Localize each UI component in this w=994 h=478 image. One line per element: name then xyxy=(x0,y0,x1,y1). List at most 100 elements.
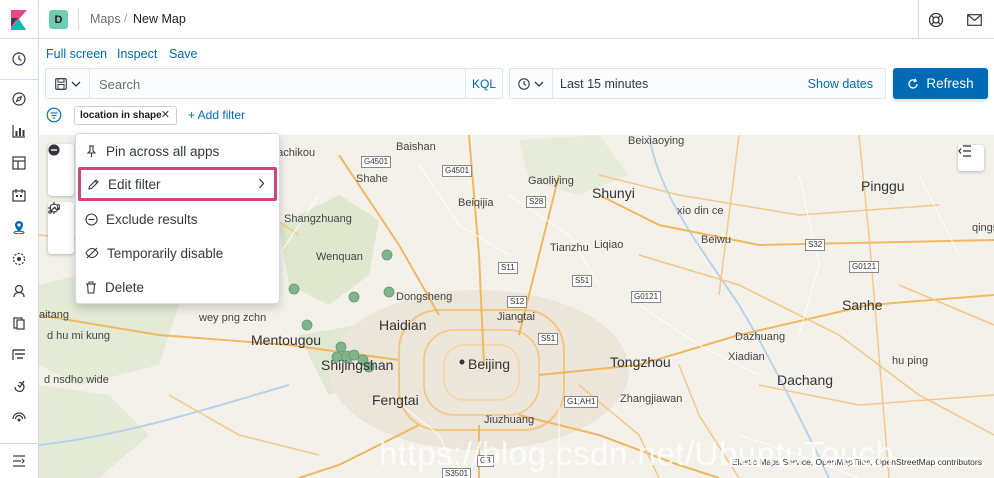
map-label: Gaoliying xyxy=(528,175,574,187)
visualize-icon[interactable] xyxy=(9,121,29,141)
search-input[interactable]: Search xyxy=(99,77,140,92)
chevron-down-icon xyxy=(71,81,80,87)
kibana-logo-icon xyxy=(11,9,27,30)
map-label: Tianzhu xyxy=(550,242,589,254)
menu-item-label: Edit filter xyxy=(108,176,161,192)
quick-menu-button[interactable] xyxy=(510,69,553,98)
tools-control xyxy=(48,202,74,254)
map-label: Shunyi xyxy=(592,185,635,201)
kql-language-toggle[interactable]: KQL xyxy=(465,69,502,98)
map-label: Beiwu xyxy=(701,234,731,246)
map-label: Tongzhou xyxy=(610,354,671,370)
discover-icon[interactable] xyxy=(9,89,29,109)
saved-query-button[interactable] xyxy=(46,69,90,98)
nav-divider xyxy=(0,79,38,80)
minus-circle-icon xyxy=(85,212,98,226)
highway-shield: S12 xyxy=(507,296,528,308)
menu-item-label: Pin across all apps xyxy=(106,143,220,159)
uptime-icon[interactable] xyxy=(9,377,29,397)
highway-shield: G4501 xyxy=(361,156,392,168)
save-icon xyxy=(54,77,67,90)
highway-shield: G0121 xyxy=(849,261,880,273)
edit-filter-item[interactable]: Edit filter xyxy=(78,167,277,201)
breadcrumb-current: New Map xyxy=(133,12,186,26)
map-label: xio din ce xyxy=(677,205,724,217)
zoom-control xyxy=(48,144,74,196)
add-filter-button[interactable]: + Add filter xyxy=(188,108,245,122)
refresh-button[interactable]: Refresh xyxy=(893,68,988,99)
map-label: Jiangtai xyxy=(497,311,535,323)
machine-learning-icon[interactable] xyxy=(9,249,29,269)
highway-shield: S11 xyxy=(498,262,518,274)
inspect-link[interactable]: Inspect xyxy=(117,47,157,61)
highway-shield: G1;AH1 xyxy=(564,396,599,408)
wrench-icon xyxy=(48,203,60,214)
space-avatar[interactable]: D xyxy=(49,10,68,29)
chevron-down-icon xyxy=(534,81,544,87)
zoom-out-button[interactable] xyxy=(48,144,74,196)
side-nav xyxy=(0,39,39,478)
map-label: Pinggu xyxy=(861,178,905,194)
map-label: Fengtai xyxy=(372,392,419,408)
highway-shield: S51 xyxy=(538,333,559,345)
time-range-label[interactable]: Last 15 minutes xyxy=(560,77,648,91)
help-icon[interactable] xyxy=(926,10,946,30)
remove-filter-icon[interactable]: ✕ xyxy=(161,107,170,124)
recently-viewed-icon[interactable] xyxy=(9,49,29,69)
map-label: Shijingshan xyxy=(321,357,394,373)
top-header: D Maps / New Map xyxy=(0,0,994,39)
map-label: Dongsheng xyxy=(396,291,453,303)
full-screen-link[interactable]: Full screen xyxy=(46,47,107,61)
map-label: Mentougou xyxy=(251,332,322,348)
map-label: Shangzhuang xyxy=(284,213,352,225)
eye-closed-icon xyxy=(85,247,99,259)
map-label: aitang xyxy=(39,309,69,321)
nav-divider-bottom xyxy=(0,443,38,444)
highway-shield: S28 xyxy=(526,196,547,208)
metrics-icon[interactable] xyxy=(9,281,29,301)
collapse-nav-icon[interactable] xyxy=(9,451,29,471)
maps-icon[interactable] xyxy=(9,217,29,237)
filter-pill[interactable]: location in shape ✕ xyxy=(74,106,177,125)
header-divider xyxy=(918,0,919,39)
map-label: Jiuzhuang xyxy=(484,414,535,426)
highway-shield: G0121 xyxy=(631,291,662,303)
pin-across-apps-item[interactable]: Pin across all apps xyxy=(76,134,279,168)
filter-pill-label: location in shape xyxy=(80,110,162,121)
watermark: https://blog.csdn.net/UbuntuTouch xyxy=(379,435,895,472)
map-label: wey png zchn xyxy=(199,312,267,324)
map-label: Dachang xyxy=(777,372,834,388)
delete-item[interactable]: Delete xyxy=(76,270,279,304)
mail-icon[interactable] xyxy=(964,10,984,30)
refresh-icon xyxy=(908,78,919,89)
map-label: d hu mi kung xyxy=(47,330,110,342)
breadcrumb-maps[interactable]: Maps xyxy=(90,12,121,26)
apm-icon[interactable] xyxy=(9,345,29,365)
show-dates-link[interactable]: Show dates xyxy=(808,77,873,91)
save-link[interactable]: Save xyxy=(169,47,198,61)
layer-control-button[interactable] xyxy=(958,145,984,171)
menu-item-label: Delete xyxy=(105,279,145,295)
highway-shield: S51 xyxy=(572,275,593,287)
refresh-label: Refresh xyxy=(926,76,974,91)
chevron-right-icon xyxy=(259,178,265,189)
minus-circle-icon xyxy=(48,144,60,156)
pin-icon xyxy=(86,144,97,157)
logs-icon[interactable] xyxy=(9,313,29,333)
map-label: Beijing xyxy=(468,356,511,372)
map-label: Zhangjiawan xyxy=(620,393,683,405)
filter-options-icon[interactable] xyxy=(46,107,62,123)
dashboard-icon[interactable] xyxy=(9,153,29,173)
filter-actions-menu: Pin across all apps Edit filter Exclude … xyxy=(75,133,280,304)
exclude-results-item[interactable]: Exclude results xyxy=(76,202,279,236)
kibana-logo[interactable] xyxy=(0,0,39,39)
draw-tools-button[interactable] xyxy=(48,203,74,254)
map-label: Liqiao xyxy=(594,239,624,251)
map-label: d nsdho wide xyxy=(44,374,109,386)
siem-icon[interactable] xyxy=(9,409,29,429)
temporarily-disable-item[interactable]: Temporarily disable xyxy=(76,236,279,270)
canvas-icon[interactable] xyxy=(9,185,29,205)
map-label: Dazhuang xyxy=(735,331,786,343)
breadcrumb-separator: / xyxy=(124,11,128,25)
collapse-layers-icon xyxy=(958,145,971,157)
